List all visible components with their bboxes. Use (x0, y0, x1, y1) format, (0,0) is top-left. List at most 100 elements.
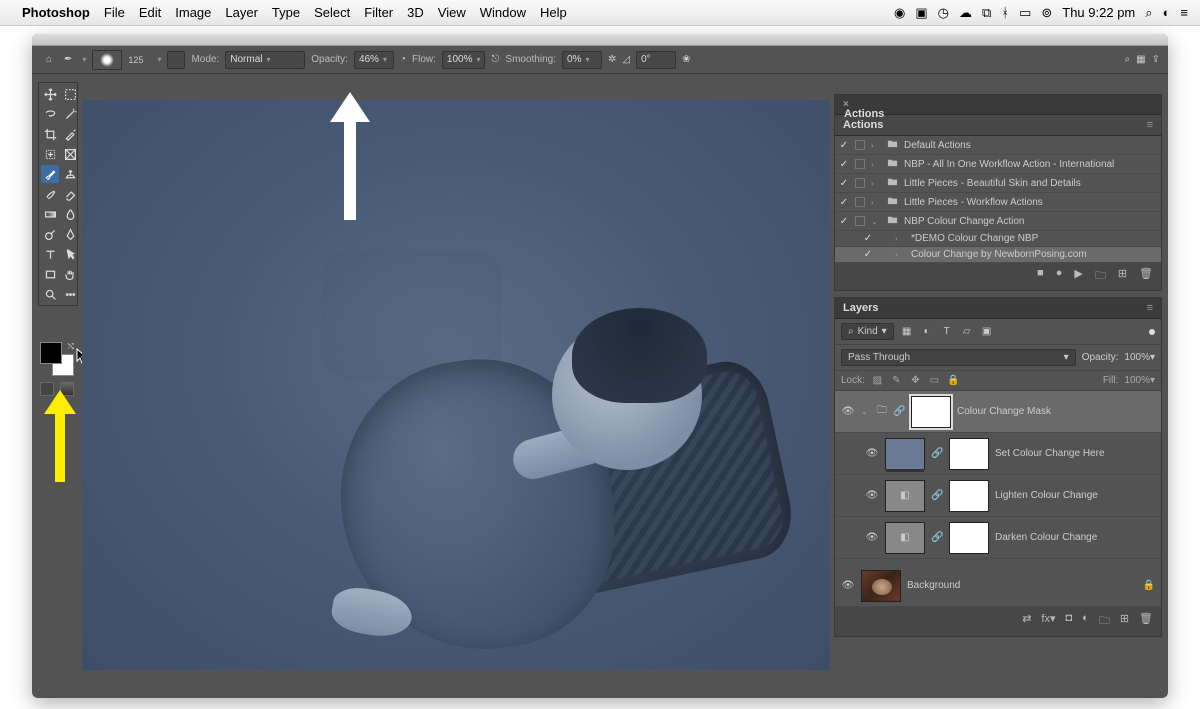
layer-name[interactable]: Colour Change Mask (957, 406, 1155, 417)
brush-picker-chevron-icon[interactable]: ▾ (157, 55, 161, 64)
smoothing-options-icon[interactable]: ✲ (608, 54, 616, 65)
chevron-right-icon[interactable]: › (871, 160, 881, 169)
layer-row[interactable]: 👁 ⌄ 🗀 🔗 Colour Change Mask (835, 391, 1161, 433)
workspace-icon[interactable]: ▦ (1136, 54, 1145, 65)
adjustment-layer-icon[interactable]: ◐ (1082, 612, 1089, 631)
link-icon[interactable]: 🔗 (931, 448, 943, 459)
spotlight-icon[interactable]: ⌕ (1145, 5, 1152, 21)
crop-tool[interactable] (41, 125, 59, 143)
filter-smart-icon[interactable]: ▣ (980, 325, 994, 339)
dropbox-icon[interactable]: ⧉ (982, 5, 991, 21)
dialog-toggle[interactable] (855, 140, 865, 150)
link-layers-icon[interactable]: ⇄ (1022, 612, 1031, 631)
layer-thumbnail[interactable] (885, 438, 925, 470)
gradient-tool[interactable] (41, 205, 59, 223)
lock-artboard-icon[interactable]: ▭ (928, 375, 941, 386)
chevron-right-icon[interactable]: › (871, 141, 881, 150)
clock-icon[interactable]: ◷ (938, 5, 949, 21)
swap-colors-icon[interactable]: ⤭ (68, 342, 74, 352)
check-icon[interactable]: ✓ (839, 159, 849, 170)
bluetooth-icon[interactable]: ᚼ (1001, 5, 1009, 20)
brush-panel-toggle[interactable] (167, 51, 185, 69)
angle-icon[interactable]: ◿ (622, 54, 630, 65)
rectangle-tool[interactable] (41, 265, 59, 283)
brush-tool[interactable] (41, 165, 59, 183)
new-layer-icon[interactable]: ⊞ (1120, 612, 1129, 631)
layer-opacity-field[interactable]: 100%▾ (1124, 352, 1155, 363)
visibility-toggle-icon[interactable]: 👁 (841, 580, 855, 591)
menu-3d[interactable]: 3D (407, 5, 424, 20)
visibility-toggle-icon[interactable]: 👁 (865, 448, 879, 459)
play-icon[interactable]: ▶ (1074, 267, 1082, 286)
history-brush-tool[interactable] (41, 185, 59, 203)
layer-mask-thumbnail[interactable] (949, 480, 989, 512)
panel-menu-icon[interactable]: ≡ (1147, 119, 1153, 131)
stop-icon[interactable]: ■ (1037, 267, 1044, 286)
angle-field[interactable]: 0° (636, 51, 676, 69)
trash-icon[interactable]: 🗑 (1139, 267, 1153, 286)
brush-preview[interactable] (92, 50, 122, 70)
layer-row[interactable]: 👁 Background 🔒 (835, 565, 1161, 607)
layer-row[interactable]: 👁 ◧ 🔗 Lighten Colour Change (835, 475, 1161, 517)
dialog-toggle[interactable] (855, 178, 865, 188)
marquee-tool[interactable] (61, 85, 79, 103)
check-icon[interactable]: ✓ (839, 216, 849, 227)
spot-heal-tool[interactable] (41, 145, 59, 163)
chevron-right-icon[interactable]: › (895, 250, 905, 259)
menu-window[interactable]: Window (480, 5, 526, 20)
visibility-toggle-icon[interactable]: 👁 (865, 532, 879, 543)
action-row[interactable]: ✓›Little Pieces - Workflow Actions (835, 193, 1161, 212)
menu-type[interactable]: Type (272, 5, 300, 20)
filter-shape-icon[interactable]: ▱ (960, 325, 974, 339)
opacity-field[interactable]: 46%▾ (354, 51, 394, 69)
layer-name[interactable]: Darken Colour Change (995, 532, 1155, 543)
layer-mask-thumbnail[interactable] (949, 438, 989, 470)
layer-row[interactable]: 👁 🔗 Set Colour Change Here (835, 433, 1161, 475)
action-row[interactable]: ✓›NBP - All In One Workflow Action - Int… (835, 155, 1161, 174)
foreground-color-swatch[interactable] (40, 342, 62, 364)
layer-fill-field[interactable]: 100%▾ (1124, 375, 1155, 386)
eyedropper-tool[interactable] (61, 125, 79, 143)
app-name[interactable]: Photoshop (22, 5, 90, 20)
action-row[interactable]: ✓›Default Actions (835, 136, 1161, 155)
dialog-toggle[interactable] (855, 197, 865, 207)
action-row[interactable]: ✓›Little Pieces - Beautiful Skin and Det… (835, 174, 1161, 193)
link-icon[interactable]: 🔗 (931, 490, 943, 501)
flow-field[interactable]: 100%▾ (442, 51, 486, 69)
filter-kind-select[interactable]: ⌕ Kind ▾ (841, 323, 894, 340)
record-icon[interactable]: ◉ (894, 5, 905, 21)
frame-tool[interactable] (61, 145, 79, 163)
filter-adjust-icon[interactable]: ◐ (920, 325, 934, 339)
menu-view[interactable]: View (438, 5, 466, 20)
hand-tool[interactable] (61, 265, 79, 283)
menu-filter[interactable]: Filter (364, 5, 393, 20)
new-group-icon[interactable]: 🗀 (1099, 612, 1110, 631)
menu-image[interactable]: Image (175, 5, 211, 20)
menu-layer[interactable]: Layer (225, 5, 258, 20)
menubar-clock[interactable]: Thu 9:22 pm (1062, 5, 1135, 20)
magic-wand-tool[interactable] (61, 105, 79, 123)
type-tool[interactable] (41, 245, 59, 263)
share-icon[interactable]: ⇪ (1152, 54, 1160, 65)
display-icon[interactable]: ▭ (1019, 5, 1031, 21)
layer-thumbnail[interactable]: ◧ (885, 522, 925, 554)
move-tool[interactable] (41, 85, 59, 103)
layer-blend-mode-select[interactable]: Pass Through ▾ (841, 349, 1076, 366)
filter-type-icon[interactable]: T (940, 325, 954, 339)
menu-help[interactable]: Help (540, 5, 567, 20)
chevron-down-icon[interactable]: ⌄ (861, 407, 871, 416)
menu-file[interactable]: File (104, 5, 125, 20)
cc-sync-icon[interactable]: ▣ (915, 5, 927, 21)
new-set-icon[interactable]: 🗀 (1095, 267, 1106, 286)
layer-row[interactable]: 👁 ◧ 🔗 Darken Colour Change (835, 517, 1161, 559)
color-swatches[interactable]: ⤭ (40, 342, 74, 378)
wifi-icon[interactable]: ⊚ (1041, 5, 1052, 21)
filter-toggle-icon[interactable] (1149, 329, 1155, 335)
action-row[interactable]: ✓⌄NBP Colour Change Action (835, 212, 1161, 231)
visibility-toggle-icon[interactable]: 👁 (841, 406, 855, 417)
menu-select[interactable]: Select (314, 5, 350, 20)
fx-icon[interactable]: fx▾ (1041, 612, 1055, 631)
chevron-down-icon[interactable]: ⌄ (871, 217, 881, 226)
check-icon[interactable]: ✓ (863, 249, 873, 260)
lock-position-icon[interactable]: ✥ (909, 375, 922, 386)
